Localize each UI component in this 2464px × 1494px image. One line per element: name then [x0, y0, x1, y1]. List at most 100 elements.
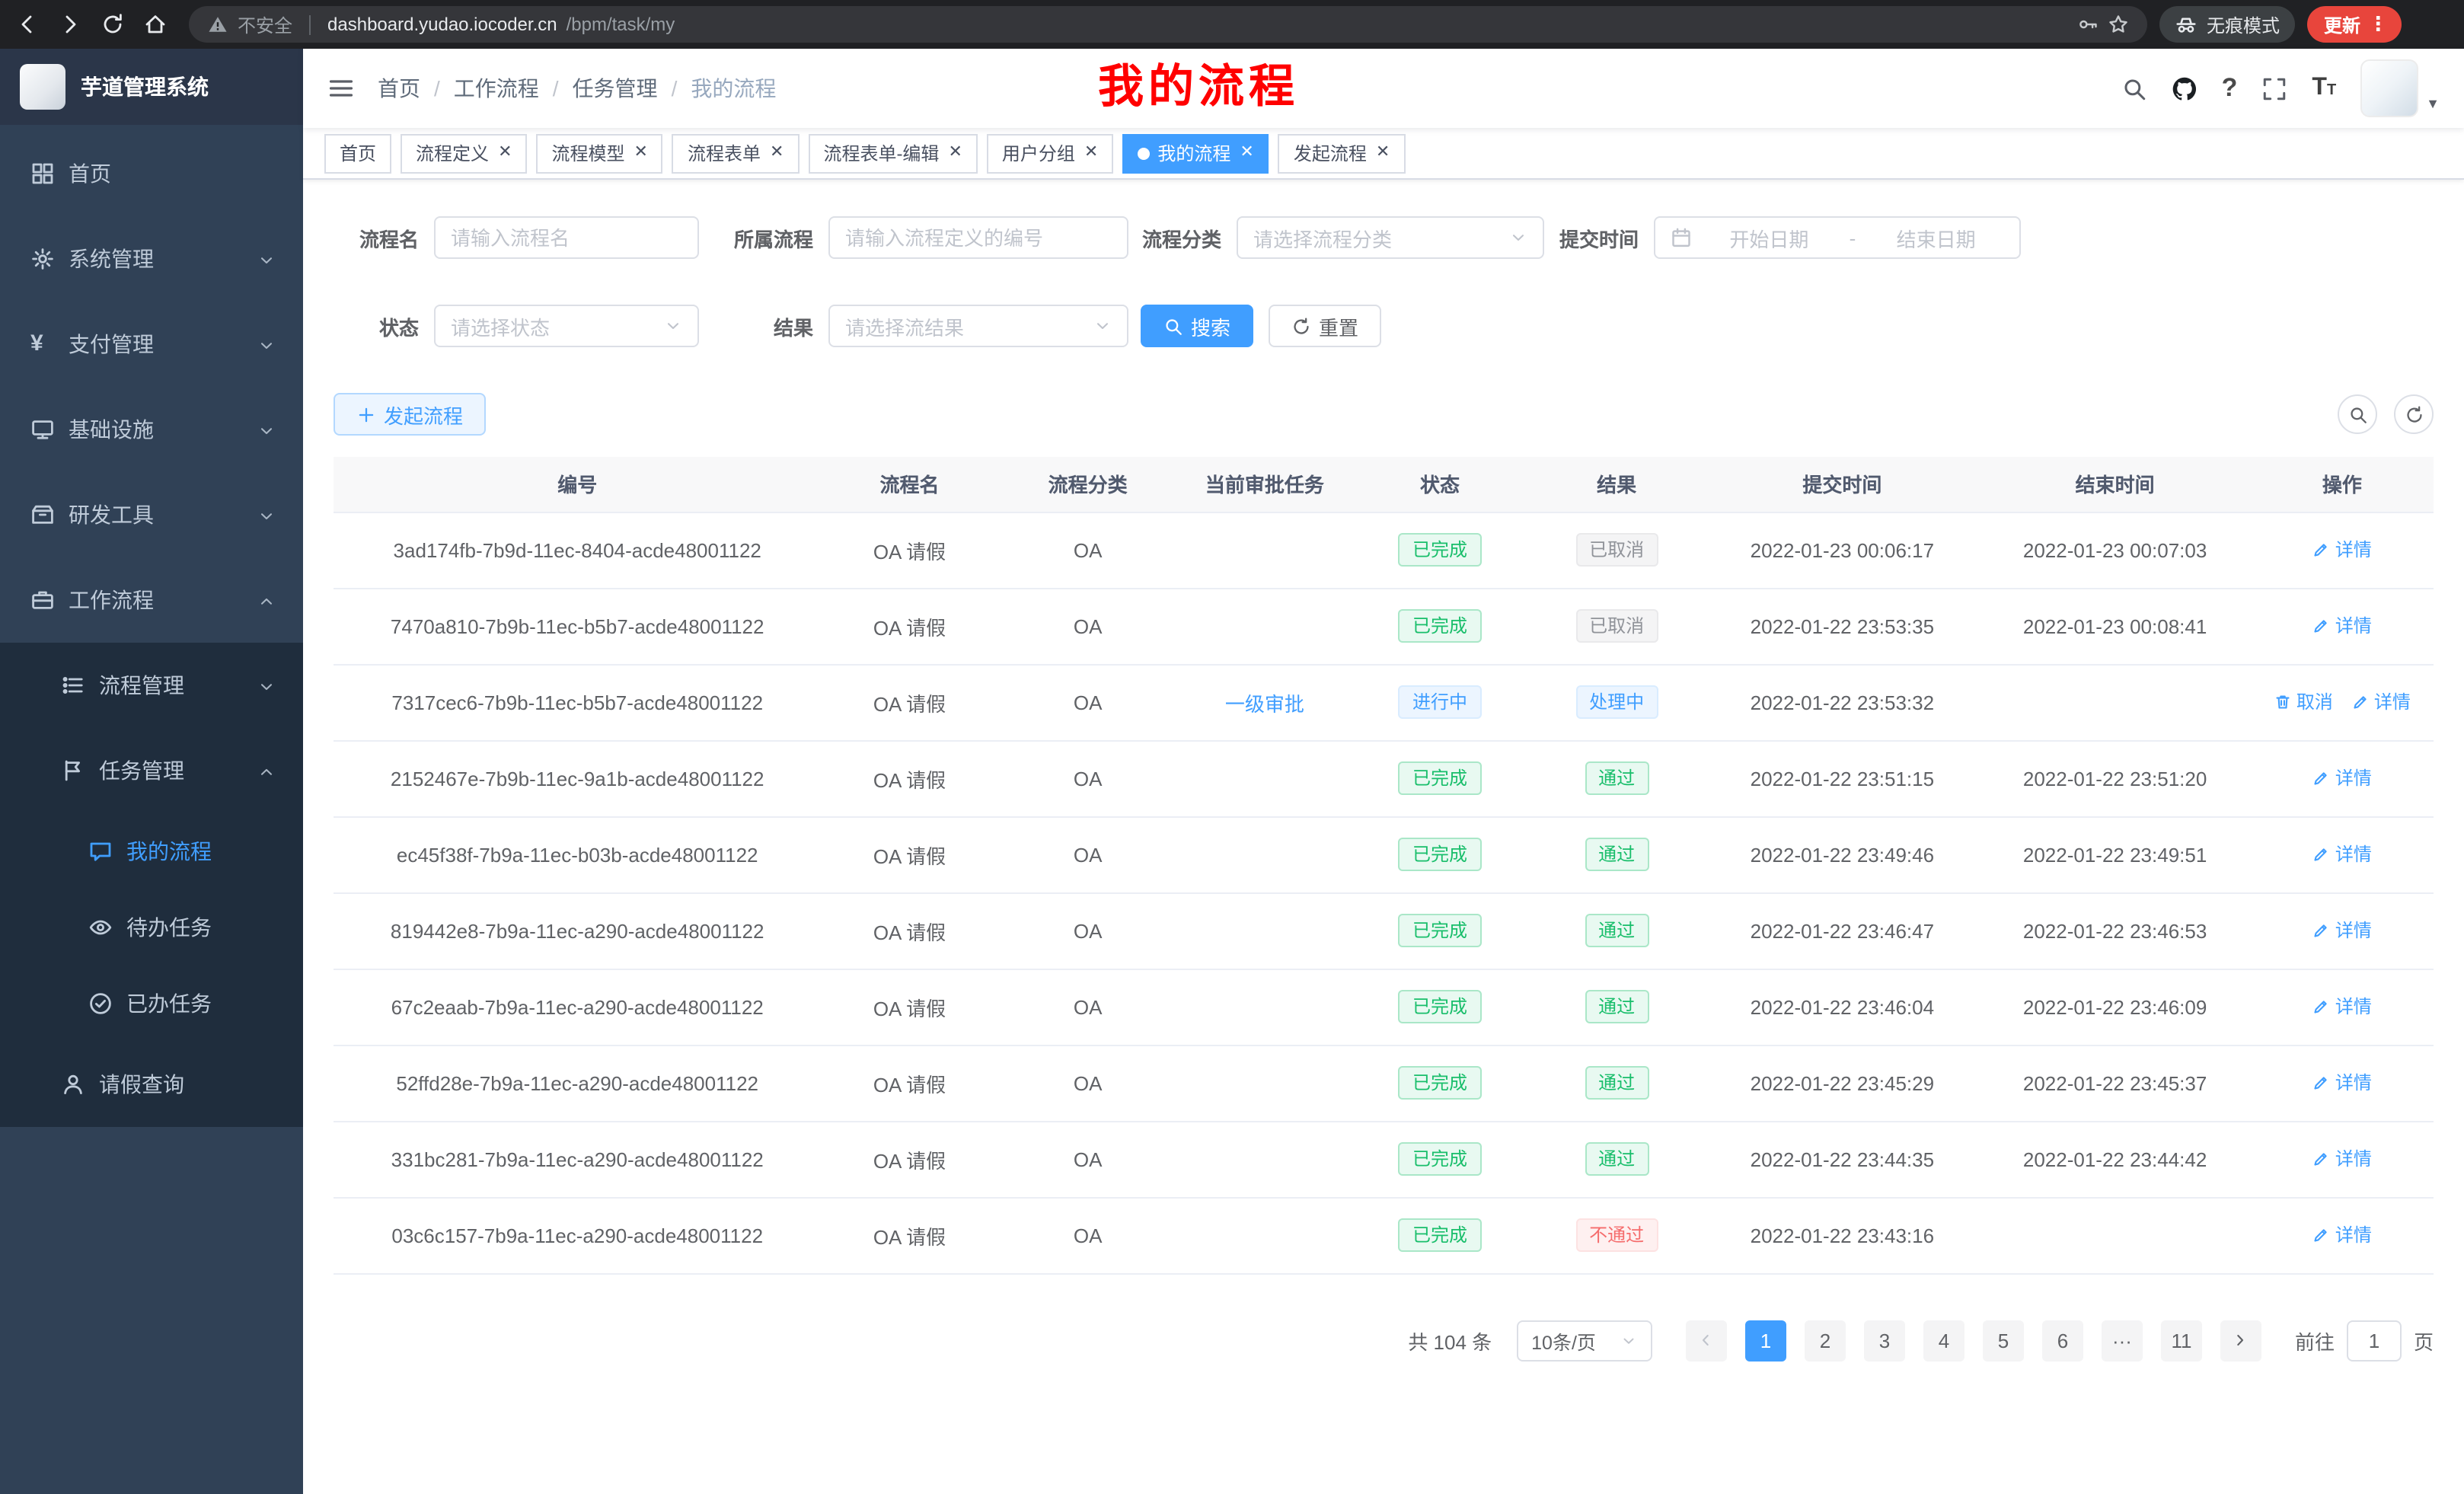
hamburger-icon[interactable] [327, 75, 355, 102]
current-task-link[interactable]: 一级审批 [1225, 692, 1304, 715]
result-badge: 通过 [1585, 838, 1649, 871]
close-icon[interactable]: ✕ [1240, 145, 1253, 161]
column-header: 流程分类 [998, 457, 1178, 512]
search-button[interactable]: 搜索 [1141, 305, 1253, 347]
tab-label: 流程模型 [552, 140, 625, 166]
create-process-button[interactable]: 发起流程 [334, 393, 486, 436]
user-menu[interactable]: ▼ [2360, 59, 2440, 117]
fullscreen-icon[interactable] [2261, 75, 2287, 101]
chevron-down-icon [257, 506, 276, 524]
breadcrumb-item[interactable]: 任务管理 [573, 73, 658, 104]
password-key-icon[interactable] [2077, 14, 2099, 35]
page-button-4[interactable]: 4 [1923, 1320, 1964, 1361]
detail-action-link[interactable]: 详情 [2312, 765, 2372, 791]
sidebar-item-leave-query[interactable]: 请假查询 [0, 1042, 303, 1127]
close-icon[interactable]: ✕ [1084, 145, 1098, 161]
status-select[interactable]: 请选择状态 [434, 305, 699, 347]
row-id: 52ffd28e-7b9a-11ec-a290-acde48001122 [334, 1045, 821, 1121]
sidebar-item-payment-management[interactable]: ¥支付管理 [0, 302, 303, 387]
detail-action-link[interactable]: 详情 [2312, 841, 2372, 867]
forward-icon[interactable] [58, 12, 82, 37]
detail-action-link[interactable]: 详情 [2312, 994, 2372, 1020]
font-size-icon[interactable]: TT [2312, 76, 2336, 101]
browser-menu-icon[interactable]: ⋮ [2368, 12, 2388, 37]
page-button-3[interactable]: 3 [1864, 1320, 1905, 1361]
header-search-icon[interactable] [2121, 75, 2147, 101]
sidebar-item-process-management[interactable]: 流程管理 [0, 643, 303, 728]
close-icon[interactable]: ✕ [634, 145, 648, 161]
status-badge: 已完成 [1399, 533, 1481, 567]
chevron-up-icon [257, 761, 276, 780]
update-button[interactable]: 更新 ⋮ [2307, 6, 2402, 43]
prev-page-button[interactable] [1686, 1320, 1727, 1361]
sidebar-item-my-process[interactable]: 我的流程 [0, 813, 303, 889]
sidebar-item-system-management[interactable]: 系统管理 [0, 216, 303, 302]
tab-流程表单[interactable]: 流程表单✕ [672, 133, 799, 173]
column-header: 结束时间 [1979, 457, 2250, 512]
filter-category-label: 流程分类 [1128, 223, 1237, 252]
sidebar-item-workflow[interactable]: 工作流程 [0, 557, 303, 643]
sidebar-item-task-management[interactable]: 任务管理 [0, 728, 303, 813]
sidebar-item-home[interactable]: 首页 [0, 131, 303, 216]
detail-action-link[interactable]: 详情 [2312, 613, 2372, 639]
result-select[interactable]: 请选择流结果 [828, 305, 1128, 347]
page-button-2[interactable]: 2 [1805, 1320, 1846, 1361]
sidebar-item-done-task[interactable]: 已办任务 [0, 966, 303, 1042]
tab-我的流程[interactable]: 我的流程✕ [1122, 133, 1269, 173]
sidebar-item-infrastructure[interactable]: 基础设施 [0, 387, 303, 472]
cancel-action-link[interactable]: 取消 [2274, 689, 2333, 715]
detail-action-link[interactable]: 详情 [2312, 918, 2372, 943]
tab-发起流程[interactable]: 发起流程✕ [1278, 133, 1405, 173]
close-icon[interactable]: ✕ [1376, 145, 1390, 161]
status-badge: 已完成 [1399, 1142, 1481, 1176]
page-button-5[interactable]: 5 [1983, 1320, 2024, 1361]
process-id-input[interactable] [828, 216, 1128, 259]
row-category: OA [998, 816, 1178, 892]
refresh-table-button[interactable] [2394, 394, 2434, 434]
docs-question-icon[interactable]: ? [2222, 73, 2238, 104]
row-task [1178, 1121, 1352, 1197]
tab-流程模型[interactable]: 流程模型 ✕ [537, 133, 663, 173]
toggle-search-button[interactable] [2338, 394, 2377, 434]
close-icon[interactable]: ✕ [948, 145, 962, 161]
payment-management-icon: ¥ [30, 332, 55, 356]
home-icon[interactable] [143, 12, 168, 37]
page-button-6[interactable]: 6 [2042, 1320, 2083, 1361]
search-icon [1163, 316, 1183, 336]
bookmark-star-icon[interactable] [2108, 14, 2129, 35]
more-pages-button[interactable]: ··· [2102, 1320, 2143, 1361]
page-button-1[interactable]: 1 [1745, 1320, 1786, 1361]
app-logo[interactable]: 芋道管理系统 [0, 49, 303, 125]
reset-button[interactable]: 重置 [1269, 305, 1381, 347]
close-icon[interactable]: ✕ [498, 145, 512, 161]
sidebar-menu: 首页系统管理¥支付管理基础设施研发工具工作流程流程管理任务管理我的流程待办任务已… [0, 125, 303, 1127]
chevron-down-icon [1620, 1332, 1637, 1349]
sidebar-item-dev-tools[interactable]: 研发工具 [0, 472, 303, 557]
tab-首页[interactable]: 首页 [324, 133, 391, 173]
next-page-button[interactable] [2220, 1320, 2261, 1361]
breadcrumb-item[interactable]: 首页 [378, 73, 420, 104]
close-icon[interactable]: ✕ [770, 145, 784, 161]
page-size-select[interactable]: 10条/页 [1516, 1320, 1652, 1361]
category-select[interactable]: 请选择流程分类 [1237, 216, 1544, 259]
back-icon[interactable] [15, 12, 40, 37]
detail-action-link[interactable]: 详情 [2312, 1070, 2372, 1096]
tab-label: 首页 [340, 140, 376, 166]
page-button-11[interactable]: 11 [2161, 1320, 2202, 1361]
detail-action-link[interactable]: 详情 [2312, 1222, 2372, 1248]
tab-用户分组[interactable]: 用户分组✕ [987, 133, 1113, 173]
submit-time-range-picker[interactable]: 开始日期 - 结束日期 [1654, 216, 2021, 259]
detail-action-link[interactable]: 详情 [2312, 1146, 2372, 1172]
tab-流程表单-编辑[interactable]: 流程表单-编辑✕ [808, 133, 977, 173]
detail-action-link[interactable]: 详情 [2312, 537, 2372, 563]
process-name-input[interactable] [434, 216, 699, 259]
github-icon[interactable] [2172, 75, 2197, 101]
goto-page-input[interactable] [2347, 1320, 2402, 1361]
detail-action-link[interactable]: 详情 [2351, 689, 2411, 715]
status-badge: 已完成 [1399, 1066, 1481, 1100]
address-bar[interactable]: 不安全 dashboard.yudao.iocoder.cn/bpm/task/… [189, 6, 2147, 43]
breadcrumb-item[interactable]: 工作流程 [454, 73, 539, 104]
reload-icon[interactable] [101, 12, 125, 37]
tab-流程定义[interactable]: 流程定义✕ [401, 133, 527, 173]
sidebar-item-todo-task[interactable]: 待办任务 [0, 889, 303, 966]
